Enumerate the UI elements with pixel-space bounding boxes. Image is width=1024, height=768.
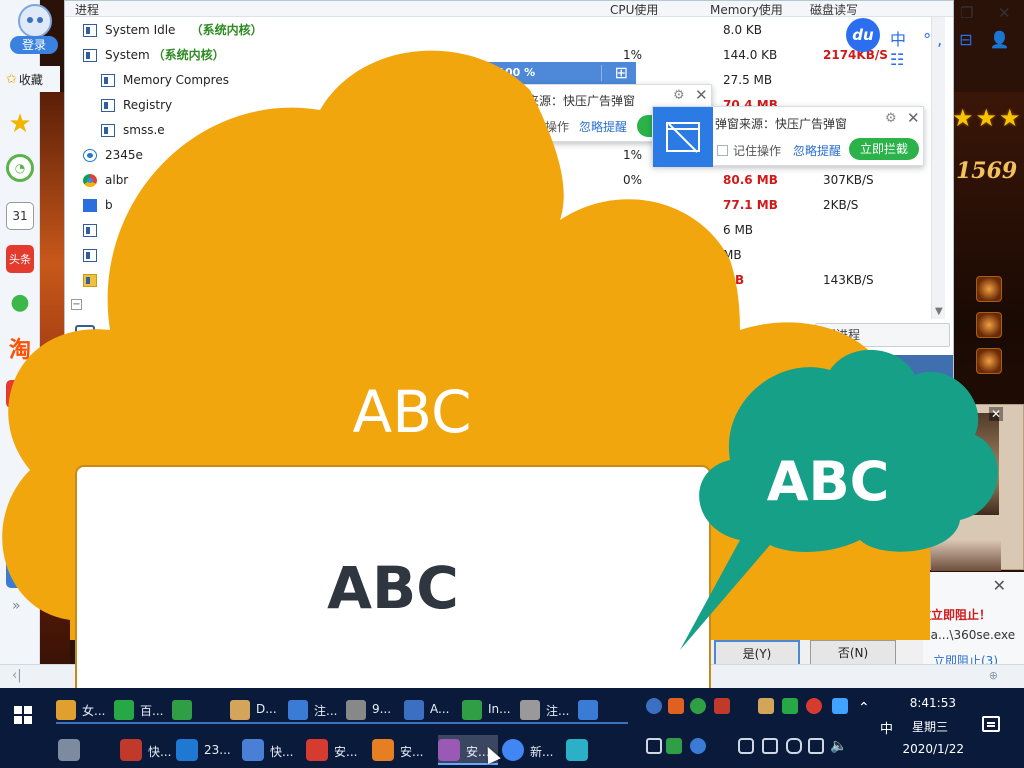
taskbar-app-icon — [56, 700, 76, 720]
taskbar-upper-row: 女... 百... D... 注... 9... A... In... 注... — [56, 688, 636, 724]
taskbar-app-label: 安... — [334, 745, 358, 759]
usb-icon[interactable] — [646, 738, 662, 754]
taskbar-app-button[interactable] — [566, 735, 626, 765]
taskbar-app-label: 快... — [270, 745, 294, 759]
network-icon[interactable] — [808, 738, 824, 754]
taskbar-app-label: 百... — [140, 704, 164, 718]
cloud-text: ABC — [353, 378, 472, 446]
taskbar-app-label: 注... — [314, 704, 338, 718]
taskbar-app-label: 快... — [148, 745, 172, 759]
taskbar-app-icon — [230, 700, 250, 720]
shield-icon[interactable] — [666, 738, 682, 754]
taskbar-app-label: 安... — [400, 745, 424, 759]
battery-icon[interactable] — [762, 738, 778, 754]
taskbar-app-icon — [462, 700, 482, 720]
taskbar-app-icon — [288, 700, 308, 720]
favorites-button[interactable]: ✩ 收藏 — [0, 66, 60, 92]
taskbar-app-icon — [372, 739, 394, 761]
volume-icon[interactable]: 🔈 — [830, 738, 847, 754]
tray-app-icon[interactable] — [690, 738, 706, 754]
ime-mode-indicator[interactable]: 中 — [880, 718, 893, 737]
taskbar-app-icon — [566, 739, 588, 761]
taskbar-app-button[interactable]: 安... — [306, 735, 366, 765]
microphone-icon[interactable] — [786, 738, 802, 754]
taskbar-app-icon — [114, 700, 134, 720]
tray-app-icon[interactable] — [806, 698, 822, 714]
tray-app-icon[interactable] — [646, 698, 662, 714]
taskbar-app-button[interactable]: 快... — [120, 735, 180, 765]
taskbar-app-label: 9... — [372, 702, 392, 716]
taskbar-app-button[interactable]: 新... — [502, 735, 562, 765]
card-text: ABC — [327, 554, 459, 622]
control-panel-icon — [58, 739, 80, 761]
tray-app-icon[interactable] — [782, 698, 798, 714]
favorites-label: 收藏 — [18, 72, 43, 87]
taskbar-app-label: 23... — [204, 743, 231, 757]
taskbar-app-icon — [578, 700, 598, 720]
clock-date[interactable]: 2020/1/22 — [902, 742, 964, 756]
taskbar-app-icon — [172, 700, 192, 720]
taskbar-app-label: D... — [256, 702, 277, 716]
taskbar-app-label: A... — [430, 702, 450, 716]
taskbar-app-label: 注... — [546, 704, 570, 718]
system-tray: ⌃ 🔈 中 8:41:53 星期三 2020/1/22 — [640, 688, 1024, 768]
tray-app-icon[interactable] — [714, 698, 730, 714]
taskbar-app-icon — [502, 739, 524, 761]
notification-icon[interactable] — [982, 716, 1000, 732]
taskbar-app-icon — [120, 739, 142, 761]
taskbar-app-icon — [404, 700, 424, 720]
taskbar-app-label: 女... — [82, 704, 106, 718]
taskbar-app-icon — [520, 700, 540, 720]
overlay-graphic: ABC ABC ABC — [2, 50, 998, 705]
control-panel-icon[interactable] — [58, 735, 84, 765]
taskbar-app-icon — [242, 739, 264, 761]
game-controller-icon[interactable] — [738, 738, 754, 754]
taskbar-app-icon — [176, 739, 198, 761]
taskbar-divider — [56, 722, 628, 724]
tray-app-icon[interactable] — [832, 698, 848, 714]
windows-taskbar: 女... 百... D... 注... 9... A... In... 注... 快... 23… — [0, 688, 1024, 768]
taskbar-app-button[interactable]: 安... — [372, 735, 432, 765]
windows-start-icon[interactable] — [14, 706, 32, 724]
tray-expand-icon[interactable]: ⌃ — [858, 700, 874, 716]
taskbar-app-button[interactable]: 快... — [242, 735, 302, 765]
tray-app-icon[interactable] — [668, 698, 684, 714]
clock-time[interactable]: 8:41:53 — [910, 696, 956, 710]
tray-app-icon[interactable] — [690, 698, 706, 714]
taskbar-app-icon — [306, 739, 328, 761]
bubble-text: ABC — [767, 450, 890, 513]
taskbar-app-label: 新... — [530, 745, 554, 759]
taskbar-app-label: In... — [488, 702, 511, 716]
taskbar-app-button[interactable]: 23... — [176, 735, 236, 765]
tray-app-icon[interactable] — [758, 698, 774, 714]
favorites-star-icon: ✩ — [6, 71, 17, 87]
clock-weekday[interactable]: 星期三 — [912, 718, 948, 735]
taskbar-lower-row: 快... 23... 快... 安... 安... 安... 新... — [0, 732, 640, 768]
taskbar-app-icon — [438, 739, 460, 761]
taskbar-app-icon — [346, 700, 366, 720]
